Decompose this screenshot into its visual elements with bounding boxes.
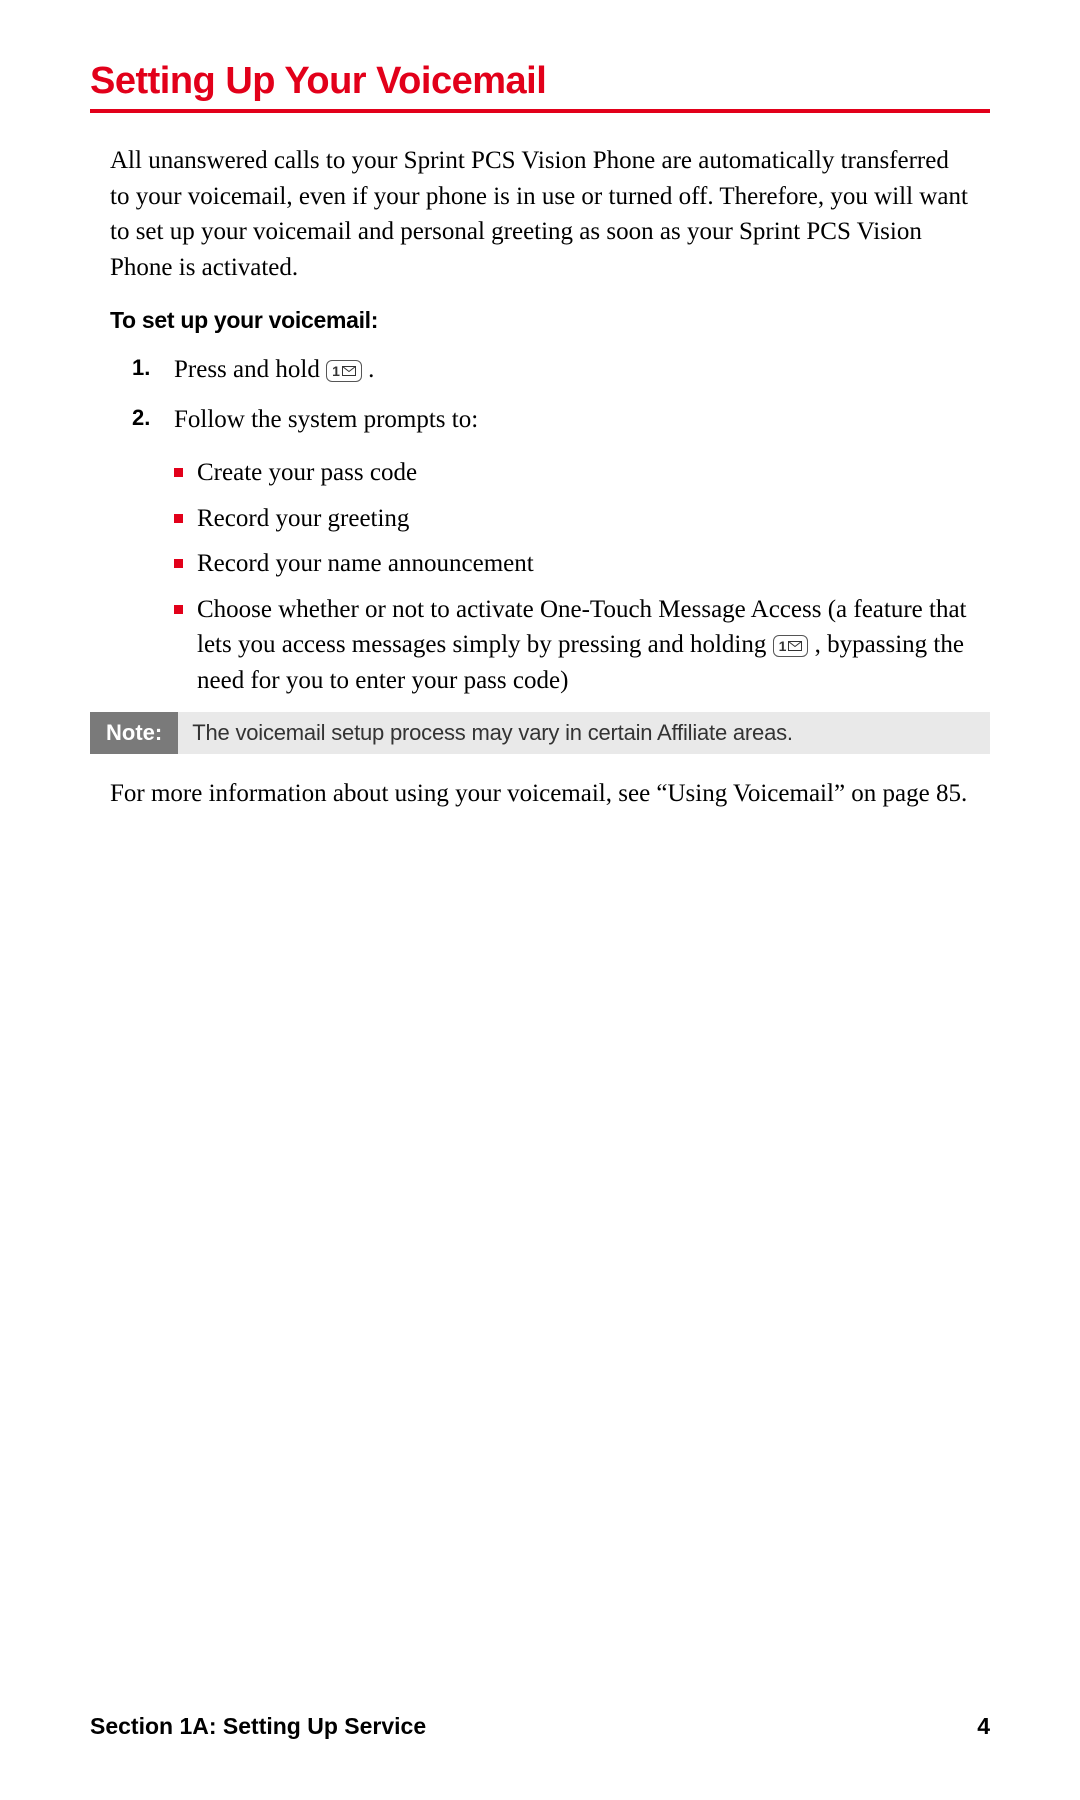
step-text: Press and hold 1 . bbox=[174, 352, 970, 388]
subheading: To set up your voicemail: bbox=[110, 307, 970, 334]
footer-section: Section 1A: Setting Up Service bbox=[90, 1713, 426, 1740]
bullet-text: Create your pass code bbox=[197, 455, 970, 491]
step-text: Follow the system prompts to: bbox=[174, 402, 970, 438]
note-label: Note: bbox=[90, 712, 178, 754]
key-digit: 1 bbox=[779, 639, 787, 653]
note-callout: Note: The voicemail setup process may va… bbox=[90, 712, 990, 754]
list-item: Choose whether or not to activate One-To… bbox=[174, 592, 970, 699]
footer-page-number: 4 bbox=[977, 1713, 990, 1740]
steps-list: 1. Press and hold 1 . 2. Follow the syst… bbox=[110, 352, 970, 437]
list-item: Create your pass code bbox=[174, 455, 970, 491]
bullet-list: Create your pass code Record your greeti… bbox=[110, 455, 970, 698]
envelope-icon bbox=[788, 641, 802, 651]
key-digit: 1 bbox=[332, 364, 340, 378]
content-body: All unanswered calls to your Sprint PCS … bbox=[90, 143, 990, 812]
step-number: 2. bbox=[132, 402, 174, 433]
list-item: Record your greeting bbox=[174, 501, 970, 537]
note-body: The voicemail setup process may vary in … bbox=[178, 712, 990, 754]
step-text-before: Press and hold bbox=[174, 356, 326, 383]
bullet-text: Choose whether or not to activate One-To… bbox=[197, 592, 970, 699]
key-1-icon: 1 bbox=[773, 635, 809, 657]
step-item: 2. Follow the system prompts to: bbox=[110, 402, 970, 438]
square-bullet-icon bbox=[174, 605, 183, 614]
bullet-text: Record your greeting bbox=[197, 501, 970, 537]
step-item: 1. Press and hold 1 . bbox=[110, 352, 970, 388]
step-number: 1. bbox=[132, 352, 174, 383]
step-text-after: . bbox=[368, 356, 374, 383]
square-bullet-icon bbox=[174, 468, 183, 477]
followup-paragraph: For more information about using your vo… bbox=[110, 776, 970, 812]
page-heading: Setting Up Your Voicemail bbox=[90, 60, 990, 113]
bullet-text: Record your name announcement bbox=[197, 546, 970, 582]
envelope-icon bbox=[342, 366, 356, 376]
page-footer: Section 1A: Setting Up Service 4 bbox=[90, 1713, 990, 1740]
key-1-icon: 1 bbox=[326, 360, 362, 382]
list-item: Record your name announcement bbox=[174, 546, 970, 582]
square-bullet-icon bbox=[174, 559, 183, 568]
square-bullet-icon bbox=[174, 514, 183, 523]
intro-paragraph: All unanswered calls to your Sprint PCS … bbox=[110, 143, 970, 285]
